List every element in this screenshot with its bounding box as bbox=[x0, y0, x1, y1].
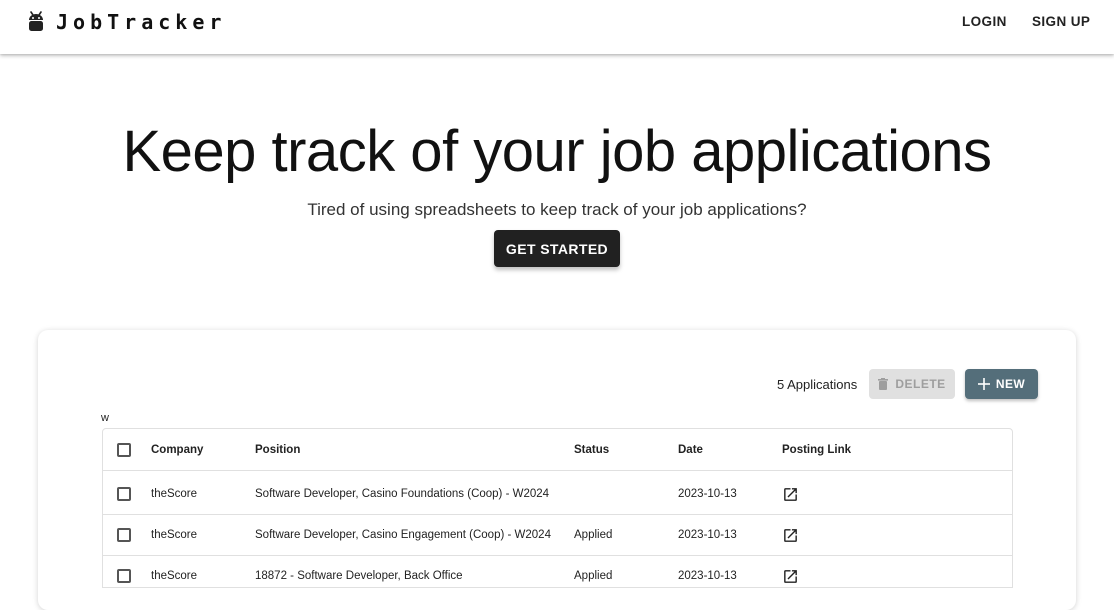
open-in-new-icon[interactable] bbox=[782, 568, 799, 585]
company-cell: theScore bbox=[151, 488, 198, 500]
column-header-status[interactable]: Status bbox=[574, 429, 609, 471]
login-button[interactable]: LOGIN bbox=[962, 14, 1007, 29]
row-checkbox[interactable] bbox=[117, 487, 131, 501]
date-cell: 2023-10-13 bbox=[678, 529, 737, 541]
column-header-position[interactable]: Position bbox=[255, 429, 300, 471]
position-cell: Software Developer, Casino Engagement (C… bbox=[255, 529, 551, 541]
posting-link-cell[interactable] bbox=[782, 473, 799, 515]
table-row[interactable]: theScore 18872 - Software Developer, Bac… bbox=[103, 555, 1012, 587]
new-button[interactable]: NEW bbox=[965, 369, 1038, 399]
delete-button[interactable]: DELETE bbox=[869, 369, 955, 399]
brand-name: JobTracker bbox=[56, 10, 227, 34]
position-cell: 18872 - Software Developer, Back Office bbox=[255, 570, 463, 582]
plus-icon bbox=[977, 378, 990, 390]
hero-subtitle: Tired of using spreadsheets to keep trac… bbox=[307, 200, 807, 219]
column-header-company[interactable]: Company bbox=[151, 429, 203, 471]
applications-table: Company Position Status Date Posting Lin… bbox=[102, 428, 1013, 588]
row-checkbox[interactable] bbox=[117, 528, 131, 542]
trash-icon bbox=[878, 378, 889, 390]
get-started-button[interactable]: GET STARTED bbox=[494, 230, 620, 267]
company-cell: theScore bbox=[151, 529, 198, 541]
delete-label: DELETE bbox=[895, 377, 946, 391]
table-row[interactable]: theScore Software Developer, Casino Enga… bbox=[103, 514, 1012, 556]
applications-count: 5 Applications bbox=[777, 377, 858, 392]
company-cell: theScore bbox=[151, 570, 198, 582]
column-header-date[interactable]: Date bbox=[678, 429, 703, 471]
posting-link-cell[interactable] bbox=[782, 514, 799, 556]
new-label: NEW bbox=[995, 377, 1026, 391]
posting-link-cell[interactable] bbox=[782, 555, 799, 587]
table-row[interactable]: theScore Software Developer, Casino Foun… bbox=[103, 473, 1012, 515]
position-cell: Software Developer, Casino Foundations (… bbox=[255, 488, 550, 500]
hero-title: Keep track of your job applications bbox=[122, 119, 992, 184]
select-all-checkbox[interactable] bbox=[117, 443, 131, 457]
sign-up-button[interactable]: SIGN UP bbox=[1032, 14, 1090, 29]
brand[interactable]: JobTracker bbox=[27, 10, 226, 34]
row-checkbox[interactable] bbox=[117, 569, 131, 583]
date-cell: 2023-10-13 bbox=[678, 570, 737, 582]
column-header-posting-link[interactable]: Posting Link bbox=[782, 429, 851, 471]
date-cell: 2023-10-13 bbox=[678, 488, 737, 500]
status-cell: Applied bbox=[574, 570, 613, 582]
status-cell: Applied bbox=[574, 529, 613, 541]
stray-text: w bbox=[101, 412, 109, 424]
open-in-new-icon[interactable] bbox=[782, 486, 799, 503]
app-bar: JobTracker LOGIN SIGN UP bbox=[0, 0, 1114, 54]
open-in-new-icon[interactable] bbox=[782, 527, 799, 544]
table-header-row: Company Position Status Date Posting Lin… bbox=[103, 429, 1012, 471]
android-icon bbox=[29, 11, 43, 31]
